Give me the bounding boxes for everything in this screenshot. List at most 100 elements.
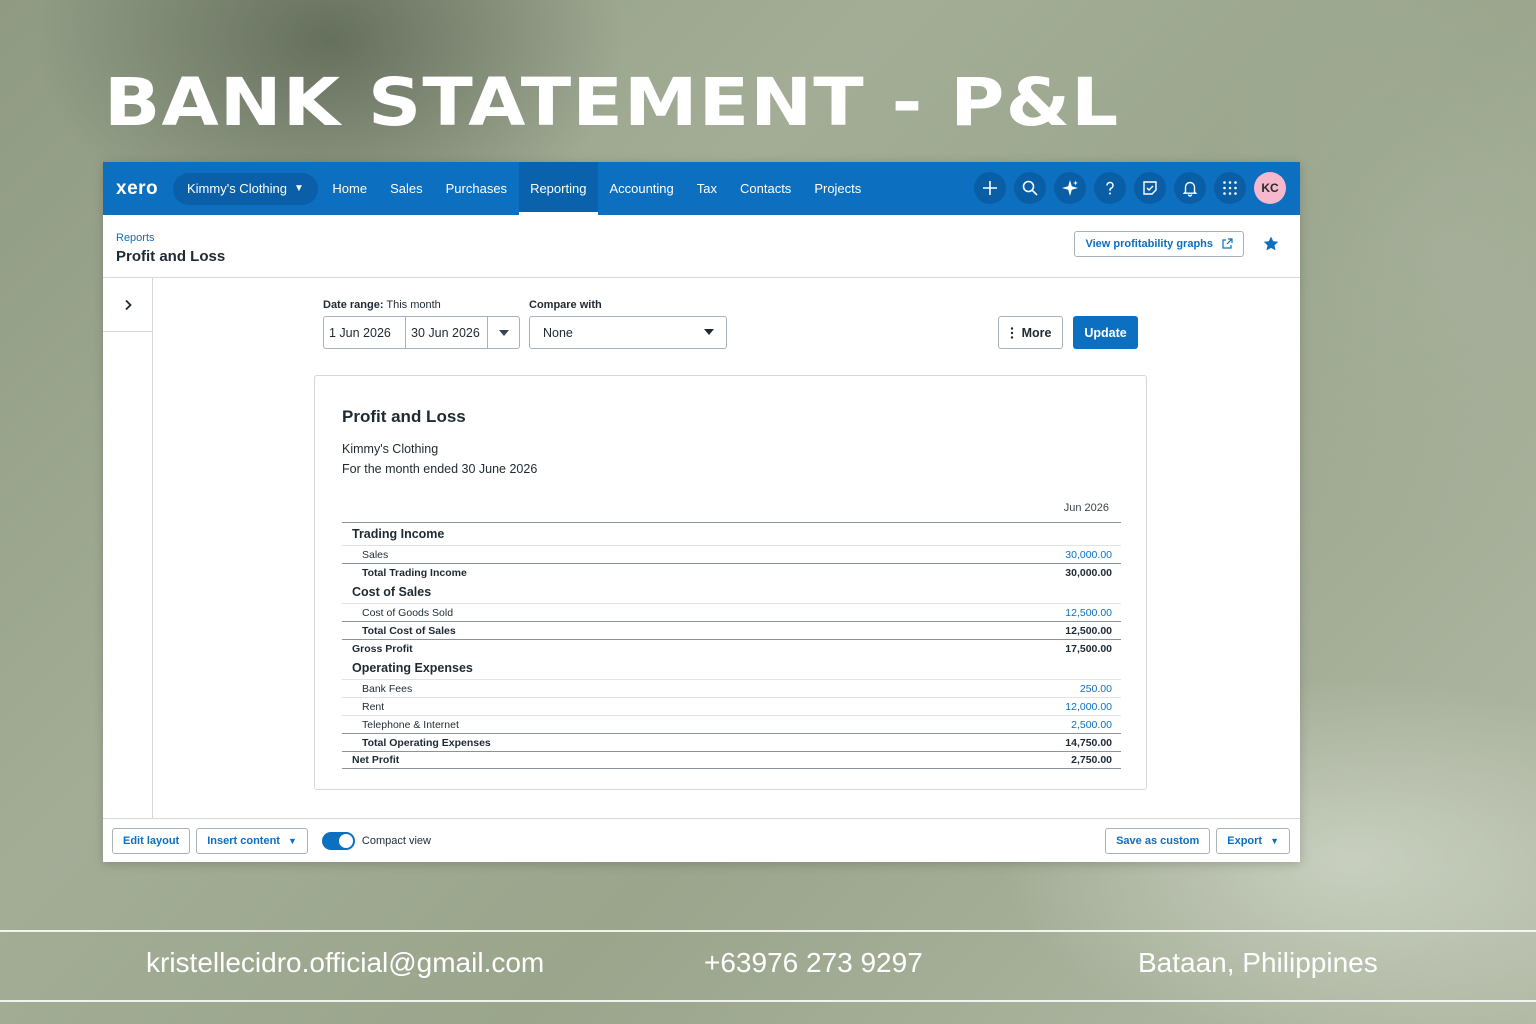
caret-down-icon: ▼ xyxy=(1270,836,1279,846)
report-footer-toolbar: Edit layout Insert content ▼ Compact vie… xyxy=(103,818,1300,863)
account-amount-link[interactable]: 2,500.00 xyxy=(1071,719,1112,731)
account-label: Rent xyxy=(362,700,385,713)
hero-title: BANK STATEMENT - P&L xyxy=(104,64,1120,141)
toolbar-icons: KC xyxy=(974,172,1286,204)
divider-line-top xyxy=(0,930,1536,932)
compare-with-label-text: Compare with xyxy=(529,299,602,311)
table-row: Sales 30,000.00 xyxy=(342,545,1121,563)
table-row: Telephone & Internet 2,500.00 xyxy=(342,715,1121,733)
view-profitability-graphs-button[interactable]: View profitability graphs xyxy=(1074,231,1244,257)
export-label: Export xyxy=(1227,835,1263,847)
nav-projects[interactable]: Projects xyxy=(803,162,873,215)
ai-assistant-button[interactable] xyxy=(1054,172,1086,204)
edit-layout-button[interactable]: Edit layout xyxy=(112,828,191,854)
insert-content-button[interactable]: Insert content ▼ xyxy=(196,828,308,854)
net-profit-amount: 2,750.00 xyxy=(1071,754,1112,766)
total-label: Total Trading Income xyxy=(362,566,467,579)
more-options-button[interactable]: More xyxy=(998,316,1063,349)
caret-down-icon: ▼ xyxy=(287,836,297,846)
account-amount-link[interactable]: 12,500.00 xyxy=(1065,607,1112,619)
nav-sales[interactable]: Sales xyxy=(379,162,435,215)
report-table: Trading Income Sales 30,000.00 Total Tra… xyxy=(342,522,1121,769)
page-title: Profit and Loss xyxy=(116,248,226,265)
account-amount-link[interactable]: 30,000.00 xyxy=(1065,549,1112,561)
net-profit-row: Net Profit 2,750.00 xyxy=(342,751,1121,769)
date-range-label-text: Date range: xyxy=(323,299,384,311)
search-button[interactable] xyxy=(1014,172,1046,204)
nav-tax[interactable]: Tax xyxy=(685,162,728,215)
account-label: Cost of Goods Sold xyxy=(362,606,454,619)
organisation-name: Kimmy's Clothing xyxy=(187,181,288,196)
contact-location: Bataan, Philippines xyxy=(1138,947,1378,978)
total-row: Total Cost of Sales 12,500.00 xyxy=(342,621,1121,639)
caret-down-icon: ▼ xyxy=(294,183,304,194)
organisation-switcher[interactable]: Kimmy's Clothing ▼ xyxy=(173,172,318,205)
gross-profit-row: Gross Profit 17,500.00 xyxy=(342,639,1121,657)
compact-view-label: Compact view xyxy=(361,835,431,847)
gross-profit-amount: 17,500.00 xyxy=(1065,642,1112,655)
update-button[interactable]: Update xyxy=(1073,316,1138,349)
account-amount-link[interactable]: 12,000.00 xyxy=(1065,701,1112,713)
to-date-input[interactable]: 30 Jun 2026 xyxy=(406,317,488,348)
toggle-knob xyxy=(338,834,353,848)
net-profit-label: Net Profit xyxy=(352,754,400,766)
account-label: Bank Fees xyxy=(362,682,413,695)
create-button[interactable] xyxy=(974,172,1006,204)
plus-icon xyxy=(983,181,997,195)
help-icon xyxy=(1106,181,1114,195)
total-label: Total Operating Expenses xyxy=(362,736,491,749)
notifications-button[interactable] xyxy=(1174,172,1206,204)
page-header: Reports Profit and Loss View profitabili… xyxy=(103,215,1300,278)
nav-contacts[interactable]: Contacts xyxy=(729,162,803,215)
export-button[interactable]: Export ▼ xyxy=(1216,828,1290,854)
nav-accounting[interactable]: Accounting xyxy=(598,162,685,215)
star-icon[interactable] xyxy=(1262,235,1280,253)
more-button-label: More xyxy=(1021,325,1052,340)
external-link-icon xyxy=(1222,238,1233,249)
section-heading: Cost of Sales xyxy=(352,585,432,599)
table-row: Bank Fees 250.00 xyxy=(342,679,1121,697)
breadcrumb-reports[interactable]: Reports xyxy=(116,232,155,244)
save-as-custom-button[interactable]: Save as custom xyxy=(1105,828,1211,854)
graphs-button-label: View profitability graphs xyxy=(1085,238,1213,250)
search-icon xyxy=(1022,180,1038,196)
user-avatar[interactable]: KC xyxy=(1254,172,1286,204)
expand-panel-button[interactable] xyxy=(103,278,152,332)
account-amount-link[interactable]: 250.00 xyxy=(1080,683,1112,695)
report-body: Date range: This month 1 Jun 2026 30 Jun… xyxy=(103,278,1300,819)
report-organisation: Kimmy's Clothing xyxy=(342,442,439,456)
nav-purchases[interactable]: Purchases xyxy=(434,162,518,215)
compact-view-toggle[interactable] xyxy=(321,832,355,850)
xero-app-window: xero Kimmy's Clothing ▼ Home Sales Purch… xyxy=(103,162,1300,862)
section-heading: Operating Expenses xyxy=(352,661,473,675)
table-row: Rent 12,000.00 xyxy=(342,697,1121,715)
section-heading: Trading Income xyxy=(352,527,445,541)
total-row: Total Operating Expenses 14,750.00 xyxy=(342,733,1121,751)
total-amount: 12,500.00 xyxy=(1065,624,1112,637)
notes-button[interactable] xyxy=(1134,172,1166,204)
sparkle-icon xyxy=(1062,180,1078,196)
divider-line-bottom xyxy=(0,1000,1536,1002)
compare-with-select[interactable]: None xyxy=(529,316,727,349)
apps-button[interactable] xyxy=(1214,172,1246,204)
nav-home[interactable]: Home xyxy=(321,162,379,215)
help-button[interactable] xyxy=(1094,172,1126,204)
total-amount: 30,000.00 xyxy=(1065,566,1112,579)
report-period: For the month ended 30 June 2026 xyxy=(342,462,538,476)
date-range-label: Date range: This month xyxy=(323,299,441,311)
total-amount: 14,750.00 xyxy=(1065,736,1112,749)
profit-and-loss-report: Profit and Loss Kimmy's Clothing For the… xyxy=(314,375,1147,790)
from-date-input[interactable]: 1 Jun 2026 xyxy=(324,317,406,348)
date-range-dropdown[interactable] xyxy=(488,317,519,348)
report-title: Profit and Loss xyxy=(342,407,466,426)
contact-phone: +63976 273 9297 xyxy=(704,947,923,978)
chevron-right-icon xyxy=(124,299,132,310)
date-range-value: This month xyxy=(386,299,441,311)
nav-reporting[interactable]: Reporting xyxy=(518,162,598,215)
apps-grid-icon xyxy=(1223,181,1237,195)
kebab-icon xyxy=(1010,326,1013,339)
total-label: Total Cost of Sales xyxy=(362,624,456,637)
compare-with-value: None xyxy=(543,325,573,340)
account-label: Sales xyxy=(362,548,389,561)
xero-logo[interactable]: xero xyxy=(116,178,171,200)
